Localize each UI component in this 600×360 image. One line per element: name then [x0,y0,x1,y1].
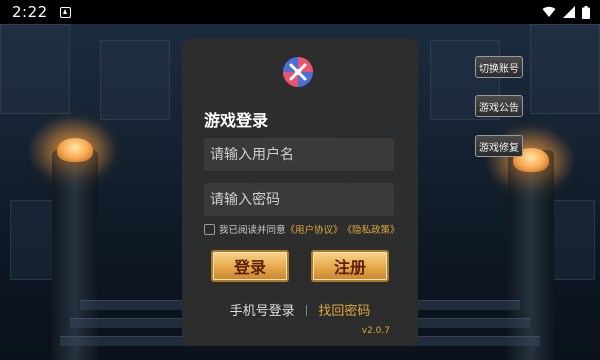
register-button[interactable]: 注册 [311,250,389,282]
privacy-policy-link[interactable]: 《隐私政策》 [343,222,400,236]
wall-block [0,24,70,114]
left-torch-icon [57,138,93,162]
status-icons [542,5,590,19]
wall-block [530,24,600,114]
user-agreement-link[interactable]: 《用户协议》 [286,222,343,236]
agreement-checkbox[interactable] [204,223,215,235]
agreement-row: 我已阅读并同意 《用户协议》 《隐私政策》 [204,222,400,236]
announcement-button[interactable]: 游戏公告 [475,95,523,117]
repair-button[interactable]: 游戏修复 [475,135,523,157]
version-label: v2.0.7 [361,326,390,336]
status-time: 2:22 [12,3,48,21]
wall-block [100,40,170,120]
left-pillar [52,150,98,360]
switch-account-button[interactable]: 切换账号 [475,56,523,78]
wifi-icon [542,6,556,17]
phone-login-link[interactable]: 手机号登录 [230,300,295,319]
password-input[interactable] [204,183,394,216]
recover-password-link[interactable]: 找回密码 [318,300,370,319]
signal-icon [563,6,575,18]
login-button[interactable]: 登录 [211,250,289,282]
right-pillar [508,150,554,360]
battery-icon [582,5,590,19]
link-separator: | [304,303,309,316]
status-bar: 2:22 [0,0,600,24]
bottom-links: 手机号登录 | 找回密码 [182,300,418,319]
username-input[interactable] [204,138,394,171]
page-title: 游戏登录 [204,111,269,130]
notification-icon [59,6,71,18]
game-logo-icon [283,57,313,87]
agreement-text: 我已阅读并同意 [219,225,286,236]
login-panel: 游戏登录 我已阅读并同意 《用户协议》 《隐私政策》 登录 注册 手机号登录 |… [182,38,418,346]
